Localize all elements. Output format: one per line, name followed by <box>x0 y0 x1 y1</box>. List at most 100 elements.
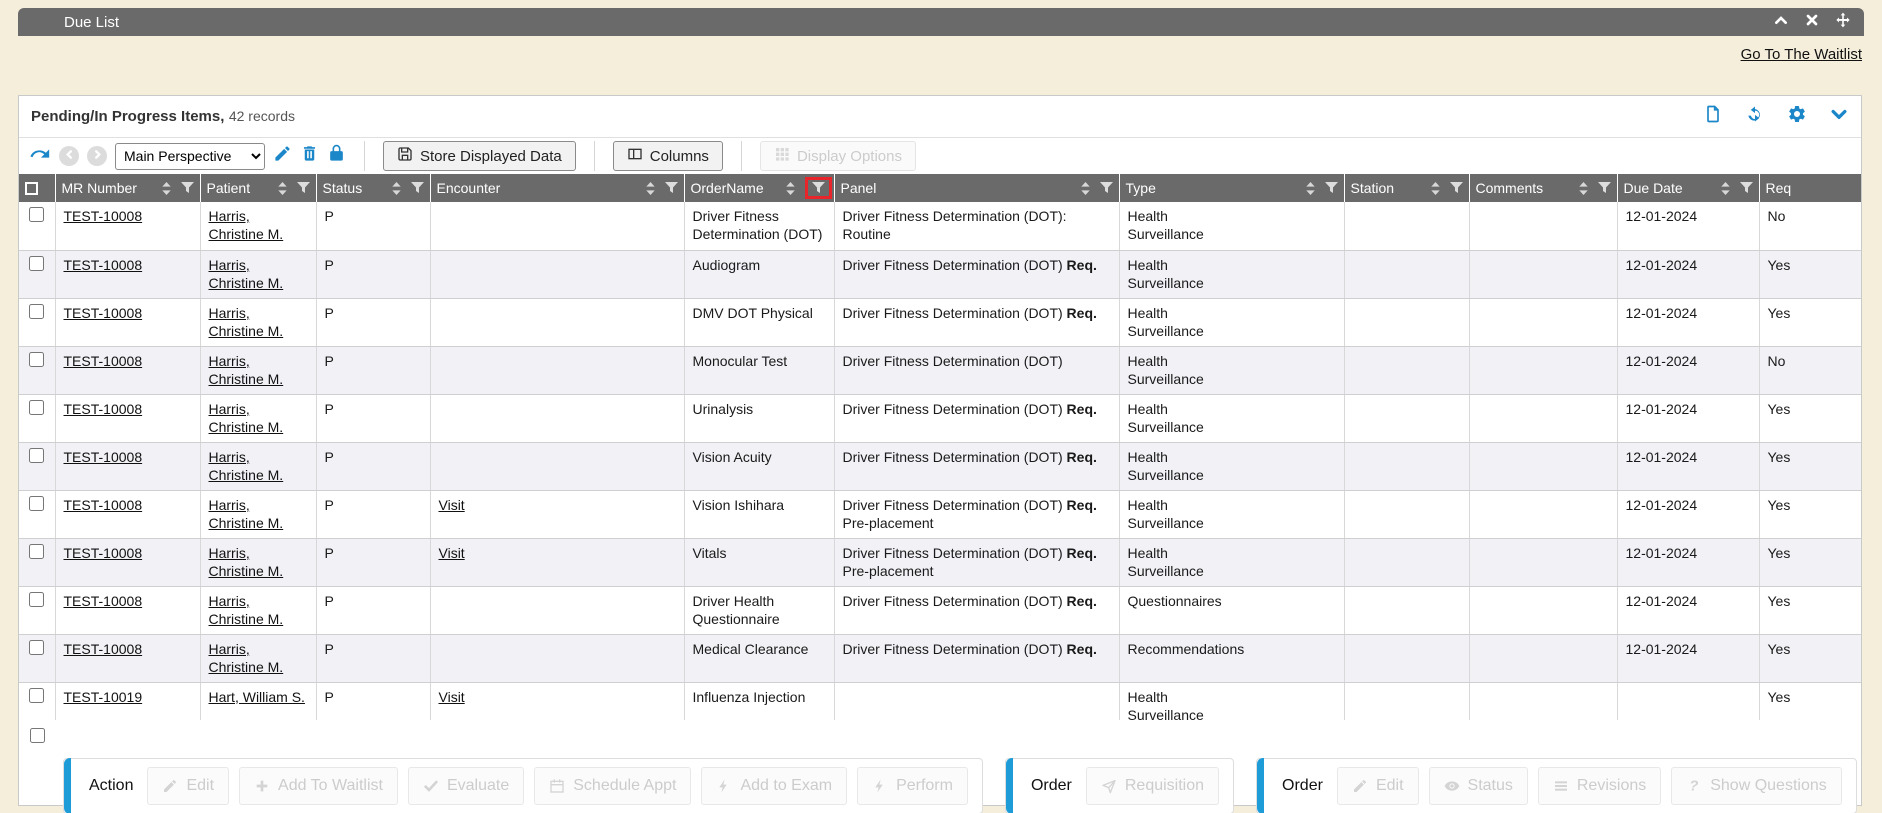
filter-icon[interactable] <box>411 182 424 194</box>
row-checkbox[interactable] <box>29 448 44 463</box>
patient-link[interactable]: Hart, William S. <box>209 689 305 705</box>
row-select-cell[interactable] <box>19 682 55 720</box>
sort-icon[interactable] <box>1578 182 1589 195</box>
patient-link[interactable]: Harris, Christine M. <box>209 208 284 242</box>
row-select-cell[interactable] <box>19 538 55 586</box>
columns-button[interactable]: Columns <box>613 141 723 171</box>
row-select-cell[interactable] <box>19 442 55 490</box>
row-select-cell[interactable] <box>19 250 55 298</box>
sort-icon[interactable] <box>785 182 796 195</box>
encounter-link[interactable]: Visit <box>439 497 465 513</box>
column-header-encounter[interactable]: Encounter <box>430 174 684 202</box>
column-header-due[interactable]: Due Date <box>1617 174 1759 202</box>
patient-link[interactable]: Harris, Christine M. <box>209 593 284 627</box>
sort-icon[interactable] <box>391 182 402 195</box>
filter-icon[interactable] <box>297 182 310 194</box>
filter-icon[interactable] <box>1100 182 1113 194</box>
column-header-type[interactable]: Type <box>1119 174 1344 202</box>
go-to-waitlist-link[interactable]: Go To The Waitlist <box>1741 46 1862 63</box>
patient-link[interactable]: Harris, Christine M. <box>209 257 284 291</box>
select-all-bottom-checkbox[interactable] <box>30 728 45 743</box>
settings-button[interactable] <box>1787 104 1807 129</box>
mr-number-link[interactable]: TEST-10008 <box>64 641 143 657</box>
row-checkbox[interactable] <box>29 640 44 655</box>
column-header-order[interactable]: OrderName <box>684 174 834 202</box>
mr-number-link[interactable]: TEST-10008 <box>64 353 143 369</box>
row-select-cell[interactable] <box>19 298 55 346</box>
sort-icon[interactable] <box>1720 182 1731 195</box>
filter-icon[interactable] <box>181 182 194 194</box>
row-checkbox[interactable] <box>29 256 44 271</box>
filter-icon[interactable] <box>1740 182 1753 194</box>
sort-icon[interactable] <box>161 182 172 195</box>
new-document-button[interactable] <box>1703 104 1723 129</box>
encounter-link[interactable]: Visit <box>439 545 465 561</box>
sort-icon[interactable] <box>1305 182 1316 195</box>
collapse-panel-button[interactable] <box>1829 104 1849 129</box>
encounter-link[interactable]: Visit <box>439 689 465 705</box>
filter-icon[interactable] <box>665 182 678 194</box>
column-header-panel[interactable]: Panel <box>834 174 1119 202</box>
patient-link[interactable]: Harris, Christine M. <box>209 449 284 483</box>
mr-number-link[interactable]: TEST-10019 <box>64 689 143 705</box>
row-select-cell[interactable] <box>19 490 55 538</box>
edit-perspective-button[interactable] <box>273 144 292 168</box>
mr-number-cell: TEST-10008 <box>55 490 200 538</box>
row-checkbox[interactable] <box>29 400 44 415</box>
sort-icon[interactable] <box>1430 182 1441 195</box>
perspective-select[interactable]: Main Perspective <box>115 143 265 170</box>
mr-number-link[interactable]: TEST-10008 <box>64 208 143 224</box>
column-header-station[interactable]: Station <box>1344 174 1469 202</box>
delete-perspective-button[interactable] <box>300 144 319 168</box>
row-select-cell[interactable] <box>19 346 55 394</box>
filter-icon[interactable] <box>812 182 825 194</box>
sort-icon[interactable] <box>645 182 656 195</box>
patient-link[interactable]: Harris, Christine M. <box>209 353 284 387</box>
sort-icon[interactable] <box>277 182 288 195</box>
patient-link[interactable]: Harris, Christine M. <box>209 641 284 675</box>
patient-link[interactable]: Harris, Christine M. <box>209 305 284 339</box>
filter-icon[interactable] <box>1450 182 1463 194</box>
store-displayed-data-button[interactable]: Store Displayed Data <box>383 141 576 171</box>
row-checkbox[interactable] <box>29 207 44 222</box>
column-header-req[interactable]: Req <box>1759 174 1861 202</box>
select-all-checkbox[interactable] <box>25 182 38 195</box>
patient-link[interactable]: Harris, Christine M. <box>209 401 284 435</box>
mr-number-link[interactable]: TEST-10008 <box>64 545 143 561</box>
mr-number-link[interactable]: TEST-10008 <box>64 593 143 609</box>
row-select-cell[interactable] <box>19 394 55 442</box>
row-select-cell[interactable] <box>19 202 55 250</box>
row-select-cell[interactable] <box>19 634 55 682</box>
column-header-mr[interactable]: MR Number <box>55 174 200 202</box>
filter-icon[interactable] <box>1598 182 1611 194</box>
close-button[interactable] <box>1803 13 1821 31</box>
sort-icon[interactable] <box>1080 182 1091 195</box>
column-header-comments[interactable]: Comments <box>1469 174 1617 202</box>
row-checkbox[interactable] <box>29 592 44 607</box>
refresh-button[interactable] <box>1745 104 1765 129</box>
mr-number-link[interactable]: TEST-10008 <box>64 305 143 321</box>
next-perspective-button[interactable] <box>87 146 107 166</box>
patient-link[interactable]: Harris, Christine M. <box>209 497 284 531</box>
select-all-header-cell[interactable] <box>19 174 55 202</box>
row-checkbox[interactable] <box>29 496 44 511</box>
row-select-cell[interactable] <box>19 586 55 634</box>
column-header-patient[interactable]: Patient <box>200 174 316 202</box>
undo-button[interactable] <box>29 143 51 170</box>
mr-number-link[interactable]: TEST-10008 <box>64 257 143 273</box>
filter-icon[interactable] <box>1325 182 1338 194</box>
mr-number-link[interactable]: TEST-10008 <box>64 449 143 465</box>
mr-number-link[interactable]: TEST-10008 <box>64 497 143 513</box>
move-button[interactable] <box>1834 13 1852 31</box>
prev-perspective-button[interactable] <box>59 146 79 166</box>
row-checkbox[interactable] <box>29 544 44 559</box>
patient-link[interactable]: Harris, Christine M. <box>209 545 284 579</box>
row-checkbox[interactable] <box>29 352 44 367</box>
row-checkbox[interactable] <box>29 304 44 319</box>
row-checkbox[interactable] <box>29 688 44 703</box>
mr-number-link[interactable]: TEST-10008 <box>64 401 143 417</box>
collapse-button[interactable] <box>1772 13 1790 31</box>
column-header-status[interactable]: Status <box>316 174 430 202</box>
lock-perspective-button[interactable] <box>327 144 346 168</box>
button-label: Add to Exam <box>740 777 832 795</box>
